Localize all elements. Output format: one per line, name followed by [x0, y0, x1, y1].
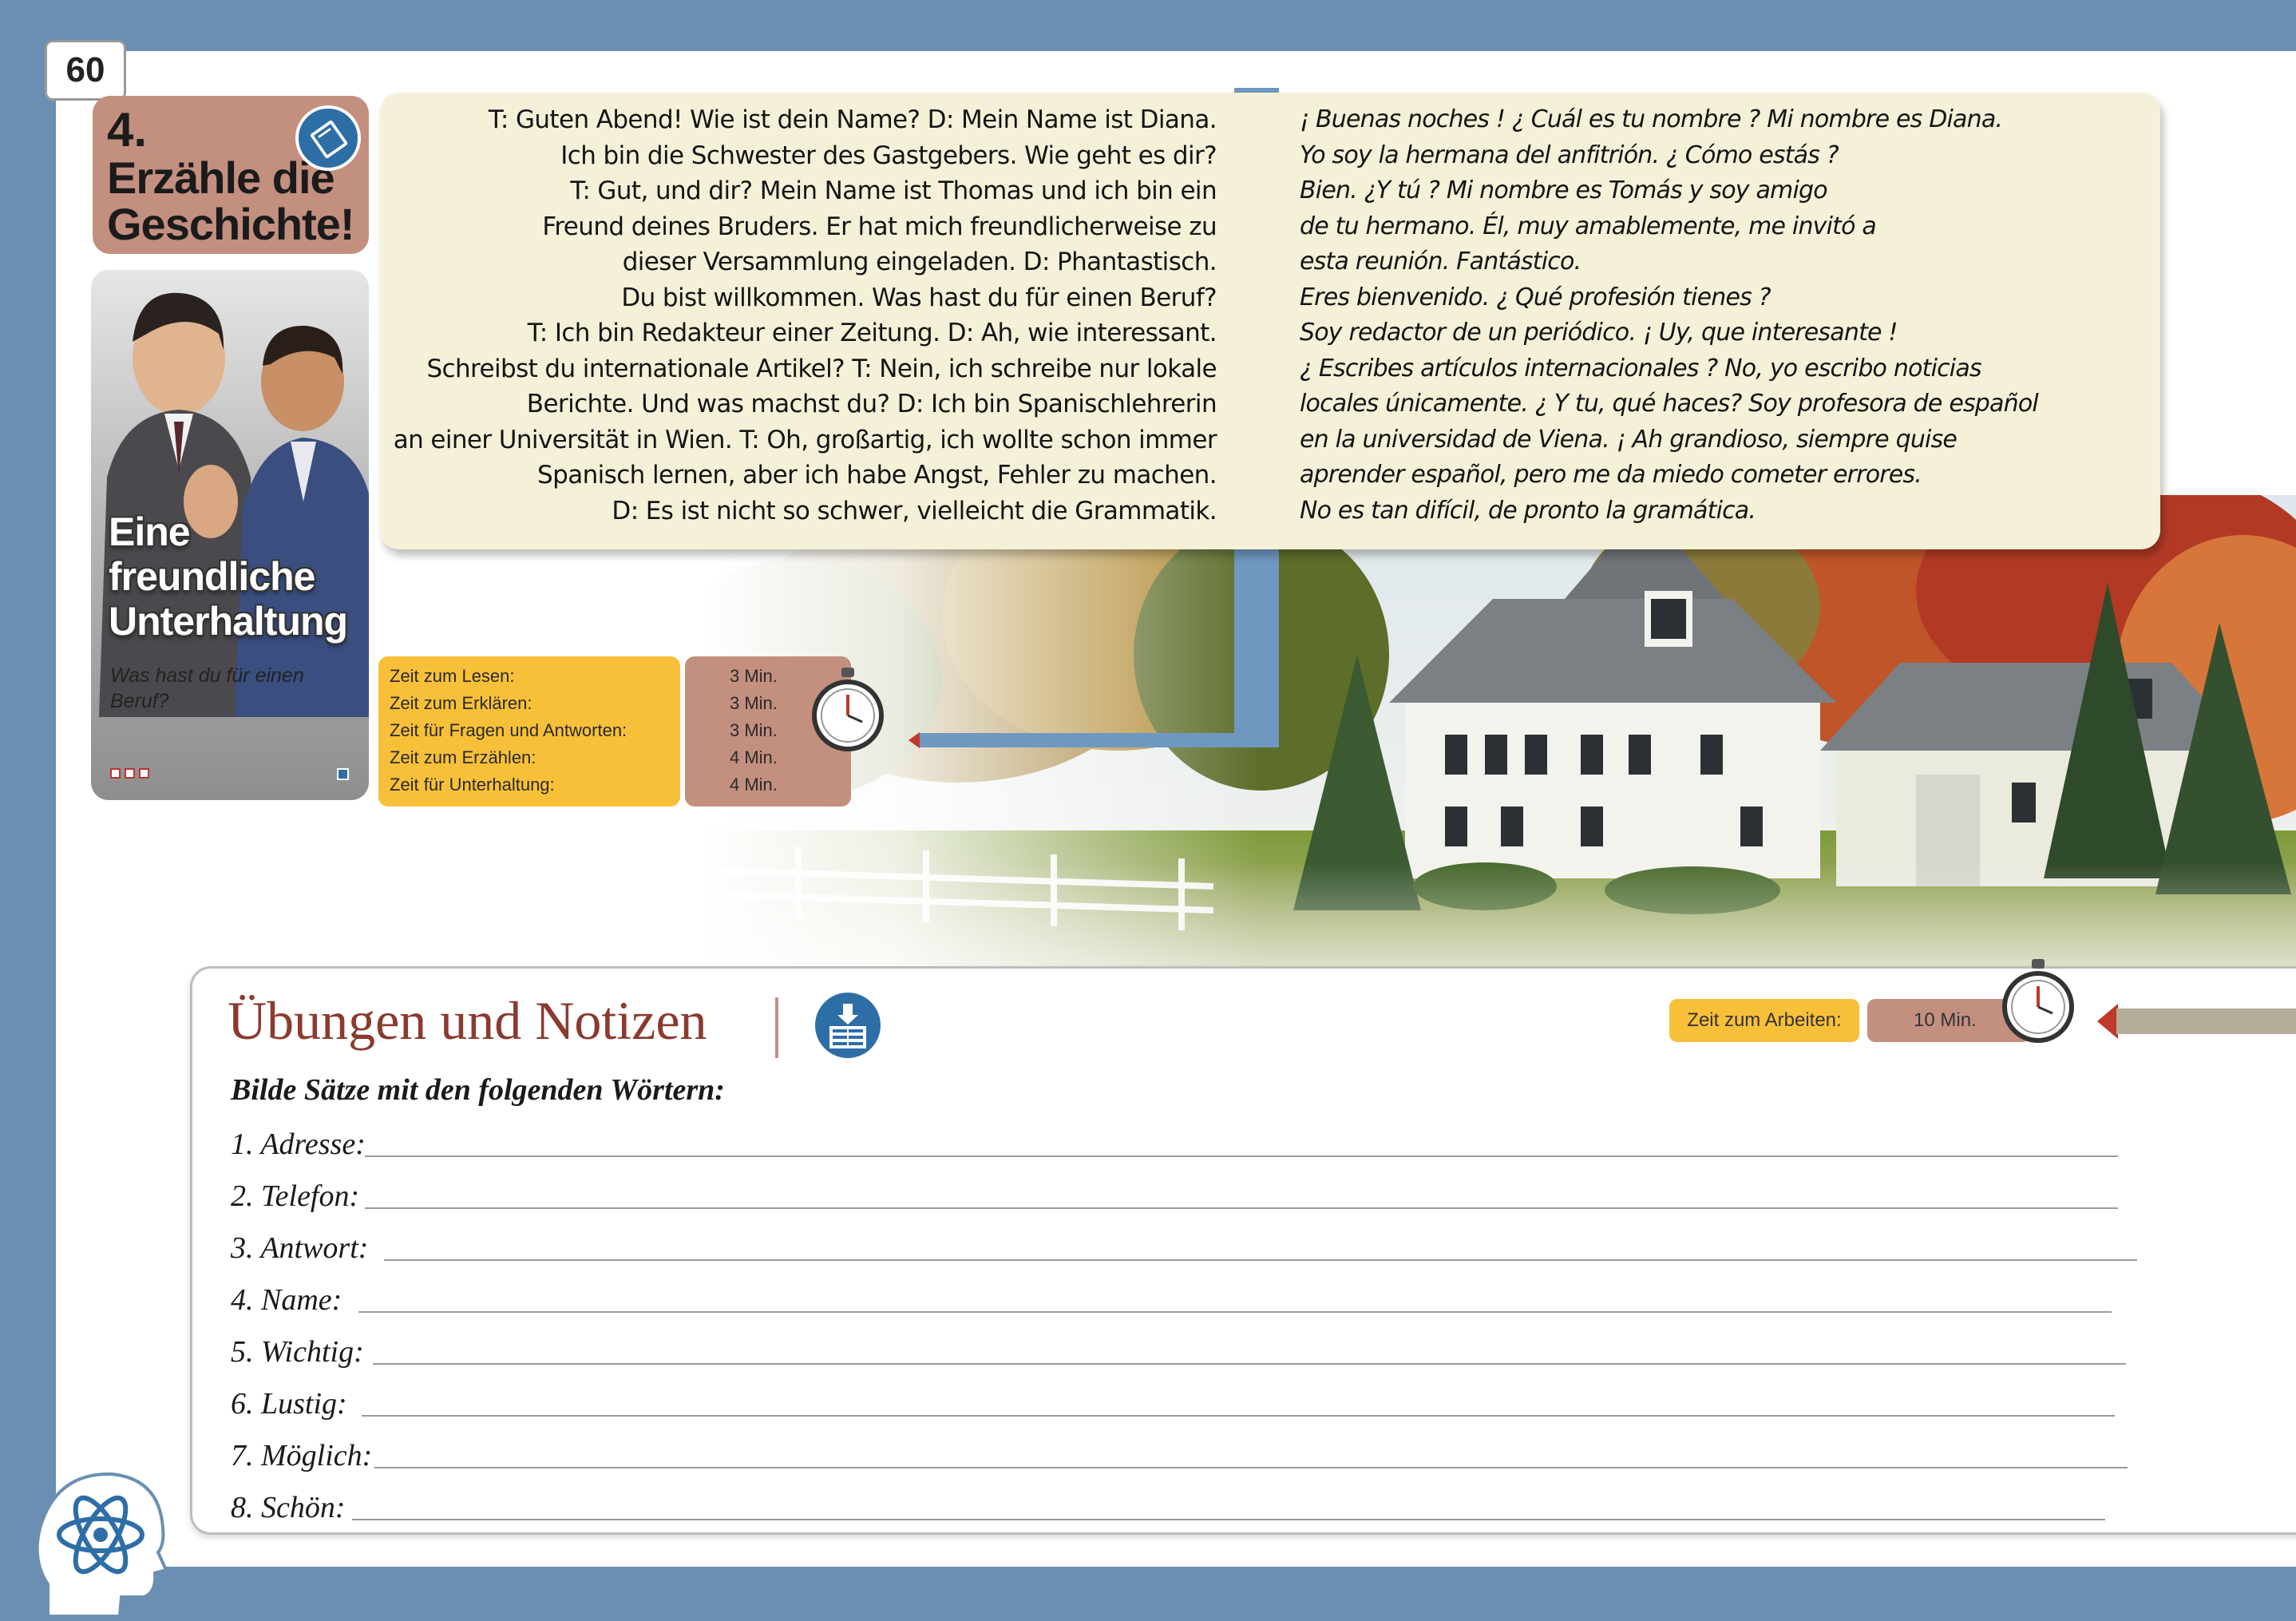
- page-number: 60: [45, 40, 126, 101]
- exercise-word: 5. Wichtig:: [231, 1335, 364, 1369]
- german-line: Spanisch lernen, aber ich habe Angst, Fe…: [537, 461, 1217, 489]
- time-value: 4 Min.: [730, 775, 778, 795]
- german-line: an einer Universität in Wien. T: Oh, gro…: [393, 425, 1217, 454]
- workbook-page: 60 4. Erzähle die Geschichte! Eine freun…: [0, 0, 2296, 1621]
- exercise-item: 8. Schön:: [231, 1482, 2147, 1524]
- spanish-line: Bien. ¿Y tú ? Mi nombre es Tomás y soy a…: [1300, 176, 1828, 204]
- spanish-dialog: ¡ Buenas noches ! ¿ Cuál es tu nombre ? …: [1300, 102, 2146, 529]
- spanish-line: ¡ Buenas noches ! ¿ Cuál es tu nombre ? …: [1300, 105, 2003, 133]
- german-line: Ich bin die Schwester des Gastgebers. Wi…: [560, 141, 1217, 170]
- connector-bar-horizontal: [918, 733, 1279, 747]
- spanish-line: Yo soy la hermana del anfitrión. ¿ Cómo …: [1300, 141, 1839, 169]
- german-dialog: T: Guten Abend! Wie ist dein Name? D: Me…: [380, 102, 1217, 529]
- spanish-line: aprender español, pero me da miedo comet…: [1300, 461, 1922, 489]
- german-line: Du bist willkommen. Was hast du für eine…: [621, 283, 1217, 312]
- connector-bar-vertical: [1234, 559, 1279, 747]
- time-label: Zeit zum Erklären:: [390, 693, 532, 713]
- exercise-item: 7. Möglich:: [231, 1430, 2147, 1472]
- exercise-word: 6. Lustig:: [231, 1387, 347, 1421]
- answer-line[interactable]: [358, 1311, 2112, 1313]
- work-time-arrow-icon: [2097, 1004, 2118, 1039]
- connector-arrow-icon: [909, 732, 920, 748]
- german-line: T: Gut, und dir? Mein Name ist Thomas un…: [570, 176, 1217, 205]
- german-line: Berichte. Und was machst du? D: Ich bin …: [526, 390, 1217, 418]
- exercise-word: 4. Name:: [231, 1283, 342, 1317]
- spanish-line: esta reunión. Fantástico.: [1300, 248, 1581, 275]
- exercise-item: 3. Antwort:: [231, 1223, 2147, 1265]
- answer-line[interactable]: [373, 1363, 2126, 1365]
- spanish-line: No es tan difícil, de pronto la gramátic…: [1300, 496, 1756, 525]
- stopwatch-icon: [812, 668, 884, 751]
- book-icon: [295, 105, 361, 171]
- lesson-number: 4.: [107, 103, 148, 157]
- german-line: T: Ich bin Redakteur einer Zeitung. D: A…: [527, 319, 1217, 347]
- dialog-panel: T: Guten Abend! Wie ist dein Name? D: Me…: [380, 93, 2160, 549]
- answer-line[interactable]: [352, 1519, 2105, 1520]
- businessmen-photo: [99, 292, 369, 717]
- spanish-line: Eres bienvenido. ¿ Qué profesión tienes …: [1300, 283, 1771, 311]
- exercise-item: 2. Telefon:: [231, 1171, 2147, 1213]
- german-line: T: Guten Abend! Wie ist dein Name? D: Me…: [488, 105, 1217, 134]
- spanish-line: ¿ Escribes artículos internacionales ? N…: [1300, 354, 1982, 382]
- work-time-bar: [2116, 1009, 2296, 1034]
- answer-line[interactable]: [374, 1467, 2128, 1468]
- exercises-section: Übungen und Notizen Bilde Sätze mit den …: [190, 959, 2296, 1535]
- german-line: Freund deines Bruders. Er hat mich freun…: [542, 212, 1217, 241]
- card-question: Was hast du für einen Beruf?: [110, 664, 304, 712]
- atom-head-logo: [35, 1472, 168, 1618]
- spanish-line: de tu hermano. Él, muy amablemente, me i…: [1300, 212, 1877, 240]
- spanish-line: locales únicamente. ¿ Y tu, qué haces? S…: [1300, 390, 2039, 418]
- card-heading: Eine freundliche Unterhaltung: [109, 509, 348, 644]
- exercise-item: 1. Adresse:: [231, 1119, 2147, 1161]
- time-labels-box: Zeit zum Lesen: Zeit zum Erklären: Zeit fü…: [378, 656, 680, 807]
- answer-line[interactable]: [365, 1155, 2118, 1157]
- german-line: Schreibst du internationale Artikel? T: …: [426, 354, 1217, 383]
- time-label: Zeit zum Erzählen:: [390, 747, 536, 767]
- lesson-title-box: 4. Erzähle die Geschichte!: [93, 96, 369, 254]
- exercise-word: 1. Adresse:: [231, 1128, 366, 1161]
- progress-square: [139, 768, 149, 779]
- exercise-word: 8. Schön:: [231, 1491, 346, 1524]
- exercise-item: 5. Wichtig:: [231, 1326, 2147, 1369]
- answer-line[interactable]: [362, 1415, 2115, 1417]
- exercise-word: 3. Antwort:: [231, 1231, 369, 1265]
- progress-square: [110, 768, 121, 779]
- stopwatch-icon: [2002, 959, 2074, 1043]
- time-label: Zeit für Fragen und Antworten:: [390, 720, 627, 740]
- time-label: Zeit für Unterhaltung:: [390, 775, 555, 795]
- exercise-item: 4. Name:: [231, 1274, 2147, 1317]
- exercise-word: 7. Möglich:: [231, 1439, 373, 1472]
- notes-download-icon: [815, 993, 881, 1058]
- exercise-instruction: Bilde Sätze mit den folgenden Wörtern:: [231, 1073, 725, 1107]
- card-marker-square: [337, 768, 349, 780]
- spanish-line: en la universidad de Viena. ¡ Ah grandio…: [1300, 425, 1958, 454]
- title-divider: [775, 997, 778, 1058]
- answer-line[interactable]: [384, 1259, 2137, 1261]
- conversation-photo-card: Eine freundliche Unterhaltung Was hast d…: [91, 270, 369, 800]
- progress-square: [125, 768, 135, 779]
- answer-line[interactable]: [365, 1207, 2118, 1209]
- german-line: D: Es ist nicht so schwer, vielleicht di…: [612, 496, 1217, 525]
- exercise-item: 6. Lustig:: [231, 1378, 2147, 1421]
- german-line: dieser Versammlung eingeladen. D: Phanta…: [622, 248, 1217, 276]
- work-time-label: Zeit zum Arbeiten:: [1669, 999, 1859, 1042]
- spanish-line: Soy redactor de un periódico. ¡ Uy, que …: [1300, 319, 1898, 347]
- time-label: Zeit zum Lesen:: [390, 666, 515, 686]
- card-progress-squares: [110, 768, 149, 779]
- exercise-word: 2. Telefon:: [231, 1179, 360, 1213]
- exercises-title: Übungen und Notizen: [228, 990, 707, 1051]
